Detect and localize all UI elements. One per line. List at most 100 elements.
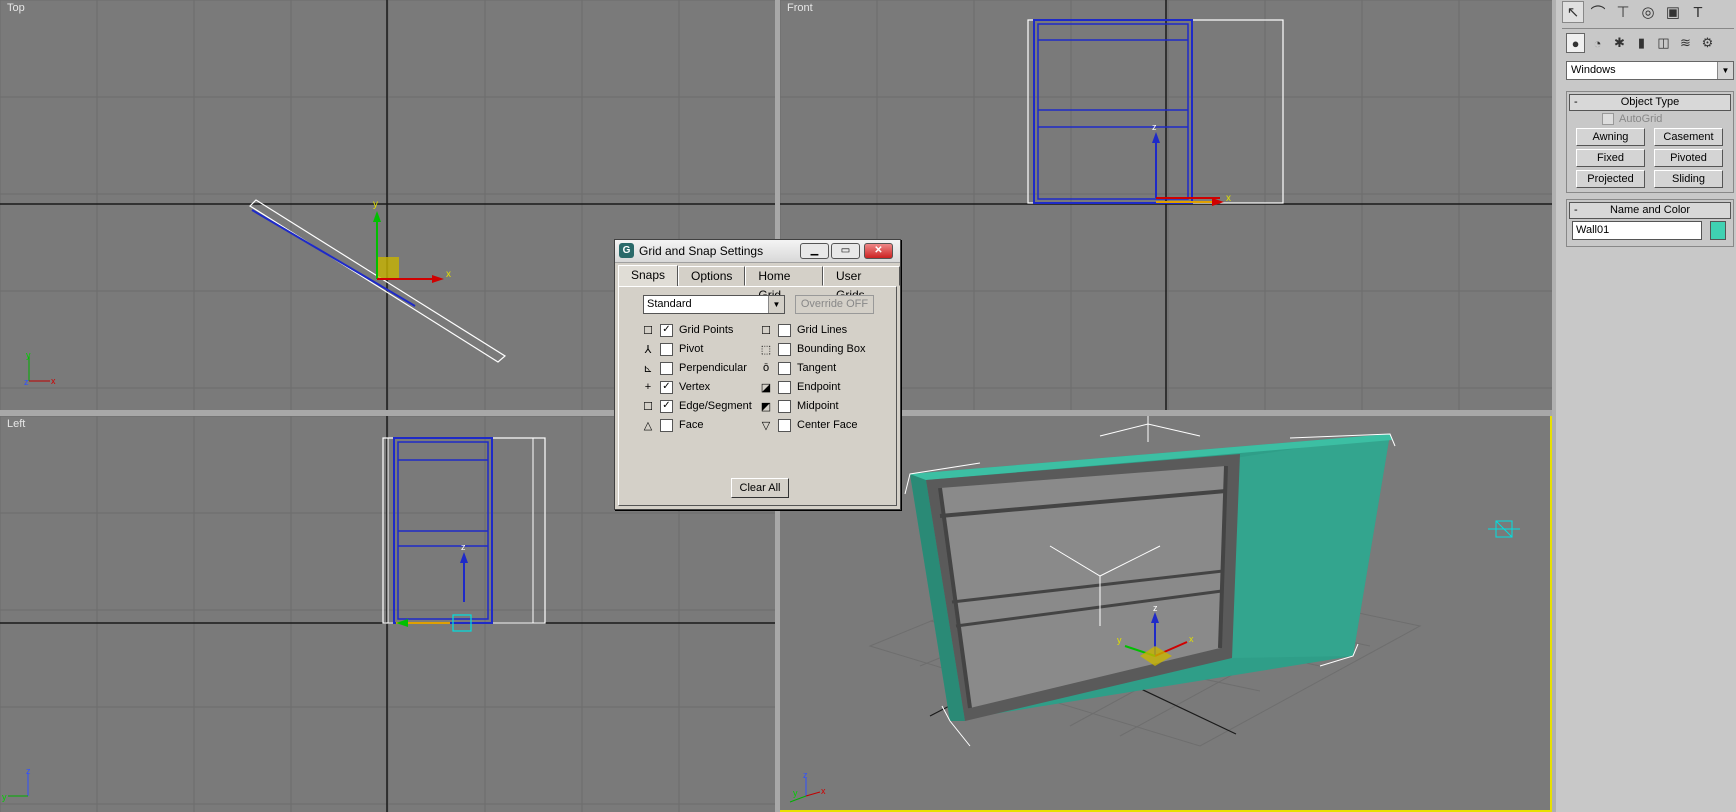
viewport-label-top[interactable]: Top: [7, 2, 25, 14]
snap-checkbox[interactable]: [778, 380, 791, 394]
snap-option[interactable]: ☐ Grid Lines: [759, 322, 847, 338]
create-tab-icon[interactable]: ↖: [1562, 1, 1584, 23]
snap-checkbox[interactable]: [778, 399, 791, 413]
dialog-titlebar[interactable]: G Grid and Snap Settings ▁ ▭ ✕: [615, 240, 900, 263]
tab-user-grids[interactable]: User Grids: [823, 266, 900, 302]
svg-text:y: y: [26, 350, 31, 360]
snap-option[interactable]: ⬚ Bounding Box: [759, 341, 866, 357]
snap-option[interactable]: ⊾ Perpendicular: [641, 360, 747, 376]
awning-button[interactable]: Awning: [1576, 128, 1645, 146]
object-color-swatch[interactable]: [1710, 221, 1726, 240]
snap-preset-select[interactable]: Standard ▼: [643, 295, 785, 314]
snap-option[interactable]: ◩ Midpoint: [759, 398, 839, 414]
motion-tab-icon[interactable]: ◎: [1637, 1, 1659, 23]
snap-checkbox[interactable]: [660, 361, 673, 375]
close-button[interactable]: ✕: [864, 243, 893, 259]
snap-type-icon: ⬚: [760, 343, 772, 356]
snap-option[interactable]: ▽ Center Face: [759, 417, 858, 433]
autogrid-checkbox[interactable]: AutoGrid: [1602, 113, 1662, 125]
snap-checkbox[interactable]: [778, 418, 791, 432]
snap-type-icon: ▽: [761, 419, 771, 432]
chevron-down-icon: ▼: [1717, 62, 1733, 79]
shapes-icon[interactable]: ◔: [1588, 33, 1607, 53]
svg-text:y: y: [1117, 635, 1122, 645]
snap-option[interactable]: △ Face: [641, 417, 703, 433]
svg-text:z: z: [26, 766, 31, 776]
snap-option[interactable]: ō Tangent: [759, 360, 836, 376]
snap-label: Edge/Segment: [679, 400, 752, 412]
fixed-button[interactable]: Fixed: [1576, 149, 1645, 167]
app-icon: G: [619, 243, 634, 258]
snap-type-icon: ō: [762, 362, 770, 374]
helpers-icon[interactable]: ◫: [1654, 33, 1673, 53]
name-color-header[interactable]: - Name and Color: [1569, 202, 1731, 219]
snap-checkbox[interactable]: [778, 361, 791, 375]
category-icons: ● ◔ ✱ ▮ ◫ ≋ ⚙: [1566, 33, 1717, 53]
svg-text:x: x: [1189, 634, 1194, 644]
snap-type-icon: ◪: [760, 381, 772, 394]
name-color-rollout: - Name and Color Wall01: [1566, 199, 1734, 247]
axis-label-x: x: [446, 269, 451, 280]
pivoted-button[interactable]: Pivoted: [1654, 149, 1723, 167]
clear-all-button[interactable]: Clear All: [731, 478, 789, 498]
override-button[interactable]: Override OFF: [795, 295, 874, 314]
lights-icon[interactable]: ✱: [1610, 33, 1629, 53]
grid-snap-dialog: G Grid and Snap Settings ▁ ▭ ✕ Snaps Opt…: [614, 239, 901, 510]
object-name-field[interactable]: Wall01: [1572, 221, 1702, 240]
category-select[interactable]: Windows ▼: [1566, 61, 1734, 80]
snap-option[interactable]: ☐ ✓ Grid Points: [641, 322, 733, 338]
snap-option[interactable]: ⅄ Pivot: [641, 341, 703, 357]
view-axis-tripod-left: z y: [2, 766, 31, 802]
snap-type-icon: △: [643, 419, 653, 432]
snap-option[interactable]: ◪ Endpoint: [759, 379, 840, 395]
viewport-label-left[interactable]: Left: [7, 418, 25, 430]
autogrid-box: [1602, 113, 1614, 125]
light-helper-icon: [1488, 520, 1520, 538]
viewport-label-front[interactable]: Front: [787, 2, 813, 14]
hierarchy-tab-icon[interactable]: ⊤: [1612, 1, 1634, 23]
tab-options[interactable]: Options: [678, 266, 746, 286]
snap-type-icon: ⊾: [643, 362, 653, 375]
systems-icon[interactable]: ⚙: [1698, 33, 1717, 53]
object-type-header[interactable]: - Object Type: [1569, 94, 1731, 111]
modify-tab-icon[interactable]: ⌒: [1587, 1, 1609, 23]
snap-label: Perpendicular: [679, 362, 747, 374]
snap-checkbox[interactable]: ✓: [660, 323, 673, 337]
svg-text:x: x: [51, 376, 56, 386]
snap-label: Endpoint: [797, 381, 841, 393]
snap-label: Center Face: [797, 419, 858, 431]
sliding-button[interactable]: Sliding: [1654, 170, 1723, 188]
view-axis-tripod: y x z: [24, 350, 56, 387]
window-object-top: [249, 199, 507, 363]
svg-text:y: y: [793, 788, 798, 798]
snap-type-icon: +: [644, 381, 652, 393]
snap-label: Face: [679, 419, 704, 431]
casement-button[interactable]: Casement: [1654, 128, 1723, 146]
cameras-icon[interactable]: ▮: [1632, 33, 1651, 53]
snaps-panel: Standard ▼ Override OFF ☐ ✓ Grid Points ⅄ Pi…: [618, 286, 897, 506]
tab-snaps[interactable]: Snaps: [618, 265, 679, 287]
svg-text:z: z: [803, 770, 808, 780]
utilities-tab-icon[interactable]: T: [1687, 1, 1709, 23]
snap-label: Bounding Box: [797, 343, 866, 355]
spacewarps-icon[interactable]: ≋: [1676, 33, 1695, 53]
snap-checkbox[interactable]: [778, 342, 791, 356]
dialog-tabs: Snaps Options Home Grid User Grids: [618, 265, 900, 302]
snap-checkbox[interactable]: [660, 418, 673, 432]
snap-checkbox[interactable]: ✓: [660, 380, 673, 394]
collapse-icon: -: [1574, 96, 1578, 108]
snap-checkbox[interactable]: [660, 342, 673, 356]
display-tab-icon[interactable]: ▣: [1662, 1, 1684, 23]
snap-checkbox[interactable]: ✓: [660, 399, 673, 413]
tab-home-grid[interactable]: Home Grid: [745, 266, 823, 302]
snap-checkbox[interactable]: [778, 323, 791, 337]
snap-option[interactable]: + ✓ Vertex: [641, 379, 710, 395]
projected-button[interactable]: Projected: [1576, 170, 1645, 188]
maximize-button[interactable]: ▭: [831, 243, 860, 259]
geometry-icon[interactable]: ●: [1566, 33, 1585, 53]
chevron-down-icon: ▼: [768, 296, 784, 313]
snap-option[interactable]: ☐ ✓ Edge/Segment: [641, 398, 752, 414]
autogrid-label: AutoGrid: [1619, 113, 1663, 125]
object-type-rollout: - Object Type AutoGrid Awning Casement F…: [1566, 91, 1734, 193]
minimize-button[interactable]: ▁: [800, 243, 829, 259]
